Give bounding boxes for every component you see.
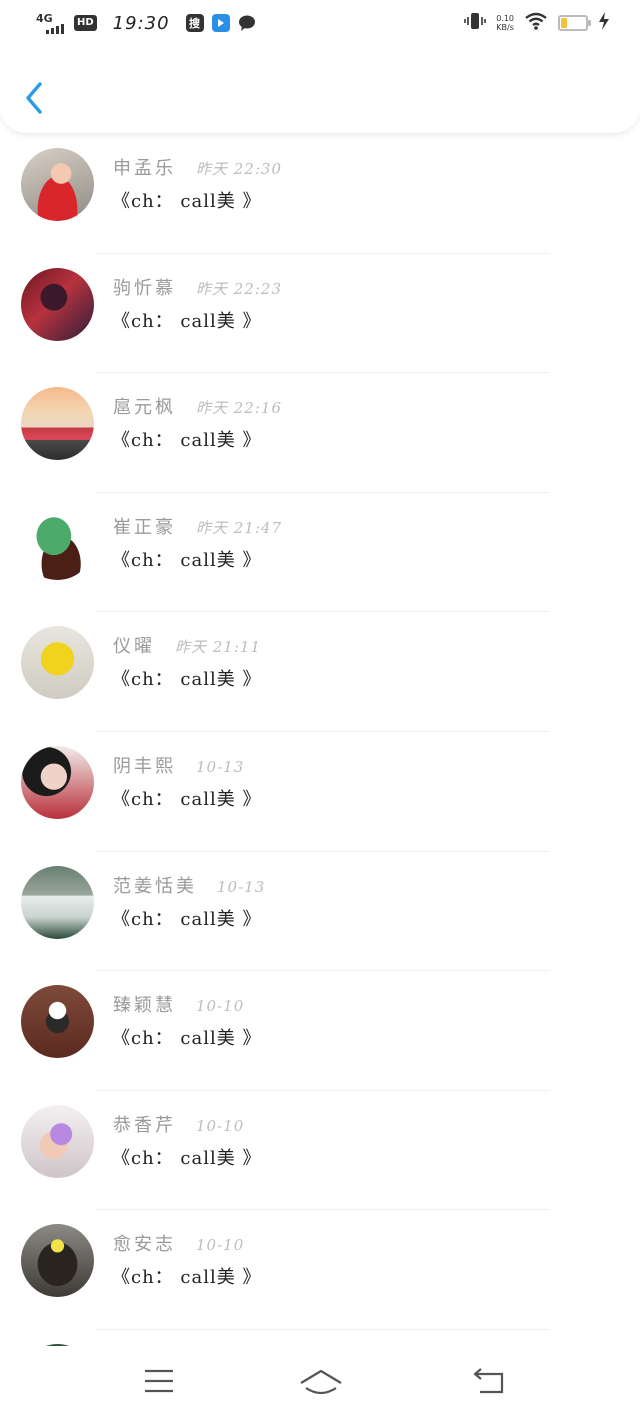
status-left: 4G HD 19:30 搜: [36, 12, 256, 34]
name-row: 申孟乐 昨天 22:30: [113, 154, 282, 180]
message-item[interactable]: 申孟乐 昨天 22:30 《ch： call美 》: [0, 134, 640, 254]
avatar[interactable]: [21, 745, 94, 819]
avatar[interactable]: [21, 506, 94, 580]
avatar[interactable]: [21, 985, 94, 1059]
chevron-left-icon: [26, 82, 42, 114]
message-time: 10-13: [217, 877, 266, 896]
message-time: 昨天 21:11: [175, 638, 261, 657]
name-row: 臻颖慧 10-10: [113, 991, 244, 1017]
message-text: 《ch： call美 》: [112, 669, 262, 691]
back-button[interactable]: [20, 80, 50, 116]
message-time: 10-10: [196, 1116, 245, 1135]
avatar[interactable]: [21, 148, 94, 221]
message-time: 10-10: [196, 997, 245, 1016]
sender-name: 臻颖慧: [113, 995, 176, 1017]
sender-name: 崔正豪: [113, 516, 176, 538]
header-card: 4G HD 19:30 搜 0.10 KB/s 23: [0, 0, 640, 134]
message-time: 昨天 22:30: [196, 160, 282, 178]
sender-name: 仪曜: [113, 636, 155, 658]
avatar[interactable]: [21, 865, 94, 939]
message-item[interactable]: 恭香芹 10-10 《ch： call美 》: [0, 1091, 640, 1211]
message-text: 《ch： call美 》: [112, 788, 262, 810]
message-item[interactable]: 扈元枫 昨天 22:16 《ch： call美 》: [0, 373, 640, 493]
wifi-icon: [524, 12, 548, 34]
message-item[interactable]: 驹忻慕 昨天 22:23 《ch： call美 》: [0, 254, 640, 374]
name-row: 崔正豪 昨天 21:47: [113, 513, 282, 539]
blue-app-icon: [211, 14, 230, 32]
message-text: 《ch： call美 》: [112, 430, 262, 452]
message-item[interactable]: 仪曜 昨天 21:11 《ch： call美 》: [0, 612, 640, 732]
net-speed: 0.10 KB/s: [496, 14, 514, 32]
sender-name: 申孟乐: [113, 158, 176, 179]
sender-name: 阴丰熙: [113, 755, 176, 777]
chat-bubble-icon: [238, 14, 256, 32]
hd-badge: HD: [74, 15, 97, 31]
menu-button[interactable]: [142, 1366, 182, 1400]
sender-name: 驹忻慕: [113, 277, 176, 299]
avatar[interactable]: [21, 267, 94, 341]
message-time: 昨天 21:47: [196, 518, 282, 537]
message-time: 10-13: [196, 757, 245, 776]
menu-icon: [145, 1369, 173, 1393]
battery-percent: 23: [566, 18, 580, 28]
net-speed-unit: KB/s: [496, 23, 514, 32]
message-list[interactable]: 申孟乐 昨天 22:30 《ch： call美 》 驹忻慕 昨天 22:23 《…: [0, 134, 640, 1346]
avatar[interactable]: [21, 1224, 94, 1298]
message-text: 《ch： call美 》: [112, 310, 262, 332]
name-row: 愈安志 10-10: [113, 1230, 244, 1256]
name-row: 范姜恬美 10-13: [113, 872, 265, 898]
sender-name: 扈元枫: [113, 397, 176, 419]
home-icon: [300, 1369, 342, 1395]
back-arrow-icon: [473, 1368, 504, 1394]
message-time: 10-10: [196, 1236, 245, 1255]
return-button[interactable]: [470, 1366, 510, 1400]
avatar[interactable]: [21, 1104, 94, 1178]
charging-icon: [598, 12, 610, 34]
status-bar: 4G HD 19:30 搜 0.10 KB/s 23: [0, 0, 640, 50]
message-text: 《ch： call美 》: [112, 191, 262, 212]
status-time: 19:30: [112, 12, 170, 34]
message-text: 《ch： call美 》: [112, 908, 262, 930]
message-time: 昨天 22:16: [196, 399, 282, 418]
name-row: 仪曜 昨天 21:11: [113, 632, 261, 658]
vibrate-icon: [464, 12, 486, 34]
name-row: 驹忻慕 昨天 22:23: [113, 274, 282, 300]
system-nav-bar: [0, 1346, 640, 1422]
name-row: 阴丰熙 10-13: [113, 752, 244, 778]
sender-name: 恭香芹: [113, 1114, 176, 1136]
avatar[interactable]: [21, 387, 94, 461]
net-speed-value: 0.10: [496, 14, 514, 23]
message-text: 《ch： call美 》: [112, 1028, 262, 1050]
sou-app-icon: 搜: [185, 14, 204, 32]
sender-name: 愈安志: [113, 1234, 176, 1256]
battery-icon: 23: [558, 15, 591, 31]
name-row: 扈元枫 昨天 22:16: [113, 393, 282, 419]
message-text: 《ch： call美 》: [112, 549, 262, 571]
message-item[interactable]: 崔正豪 昨天 21:47 《ch： call美 》: [0, 493, 640, 613]
message-item[interactable]: 愈安志 10-10 《ch： call美 》: [0, 1210, 640, 1330]
name-row: 恭香芹 10-10: [113, 1111, 244, 1137]
message-item-partial[interactable]: [0, 1330, 640, 1346]
signal-icon: 4G: [36, 12, 66, 34]
message-item[interactable]: 范姜恬美 10-13 《ch： call美 》: [0, 852, 640, 972]
message-item[interactable]: 阴丰熙 10-13 《ch： call美 》: [0, 732, 640, 852]
message-text: 《ch： call美 》: [112, 1147, 262, 1169]
message-text: 《ch： call美 》: [112, 1267, 262, 1289]
message-time: 昨天 22:23: [196, 279, 282, 298]
status-right: 0.10 KB/s 23: [464, 12, 610, 34]
sender-name: 范姜恬美: [113, 875, 197, 897]
home-button[interactable]: [298, 1366, 344, 1400]
message-item[interactable]: 臻颖慧 10-10 《ch： call美 》: [0, 971, 640, 1091]
avatar[interactable]: [21, 626, 94, 700]
